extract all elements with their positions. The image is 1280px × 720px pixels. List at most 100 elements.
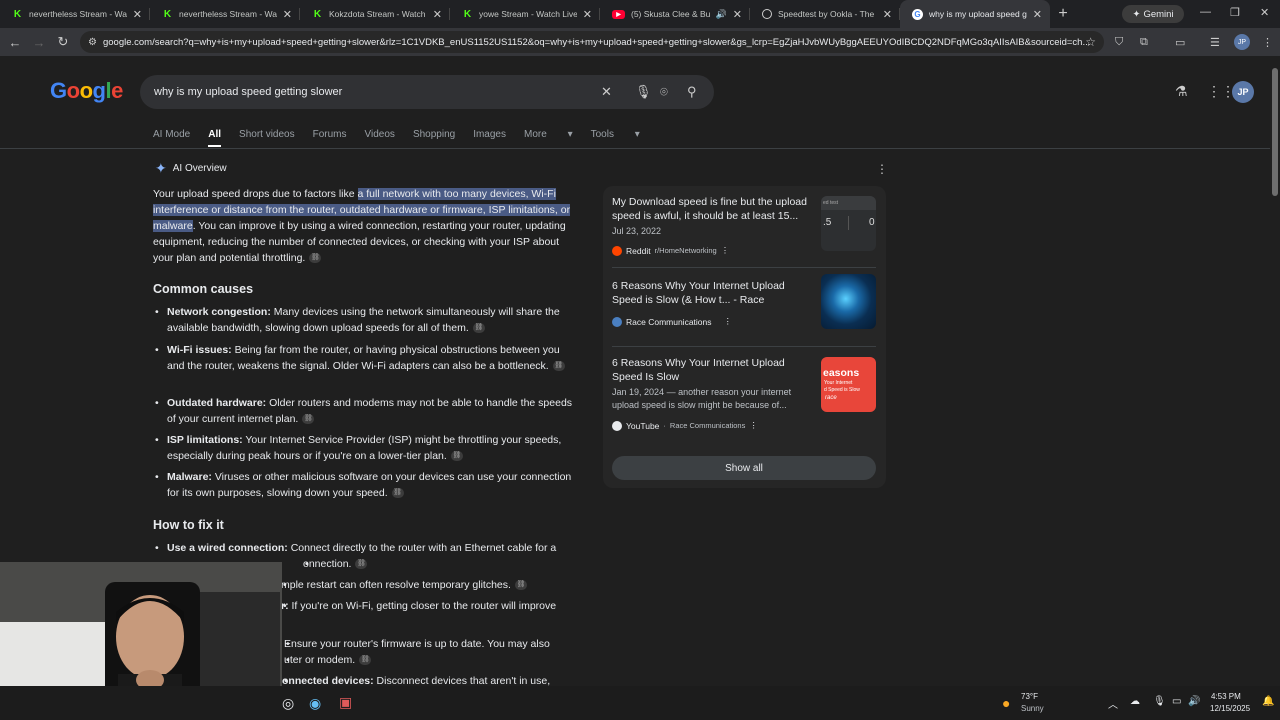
- close-icon[interactable]: ✕: [583, 8, 592, 21]
- fix-term: Use a wired connection:: [167, 542, 288, 554]
- filter-forums[interactable]: Forums: [313, 129, 347, 140]
- chevron-up-icon[interactable]: ︿: [1108, 696, 1118, 711]
- network-icon[interactable]: ▭: [1172, 696, 1181, 707]
- source-card[interactable]: My Download speed is fine but the upload…: [612, 196, 882, 258]
- source-card[interactable]: 6 Reasons Why Your Internet Upload Speed…: [612, 274, 882, 340]
- link-icon[interactable]: ⛓: [391, 488, 404, 499]
- camera-icon[interactable]: ⌾: [660, 84, 668, 100]
- common-causes-heading: Common causes: [153, 282, 254, 296]
- back-icon[interactable]: ←: [3, 35, 27, 50]
- more-options-icon[interactable]: ⋮: [876, 162, 888, 176]
- fix-text: onnection.: [303, 558, 352, 570]
- clock-time[interactable]: 4:53 PM: [1211, 692, 1241, 701]
- close-icon[interactable]: ✕: [433, 8, 442, 21]
- notification-icon[interactable]: 🔔: [1262, 696, 1274, 707]
- close-icon[interactable]: ✕: [133, 8, 142, 21]
- search-query-text: why is my upload speed getting slower: [154, 86, 343, 98]
- list-item: r: If you're on Wi-Fi, getting closer to…: [281, 598, 571, 614]
- link-icon[interactable]: ⛓: [472, 323, 485, 334]
- cloud-icon[interactable]: ☁: [1130, 696, 1140, 707]
- scrollbar[interactable]: [1270, 56, 1280, 686]
- browser-tab[interactable]: ▶ (5) Skusta Clee & Bullet D 🔊 ✕: [600, 0, 750, 28]
- clear-icon[interactable]: ✕: [601, 84, 612, 100]
- mic-icon[interactable]: 🎙: [1153, 696, 1166, 707]
- link-icon[interactable]: ⛓: [450, 451, 463, 462]
- tab-title: (5) Skusta Clee & Bullet D: [631, 9, 710, 19]
- link-icon[interactable]: ⛓: [359, 655, 372, 666]
- apps-grid-icon[interactable]: ⋮⋮: [1207, 83, 1235, 100]
- site-info-icon[interactable]: ⚙: [88, 37, 97, 48]
- minimize-icon[interactable]: —: [1200, 6, 1211, 18]
- filter-images[interactable]: Images: [473, 129, 506, 140]
- divider: [848, 216, 849, 230]
- close-icon[interactable]: ✕: [883, 8, 892, 21]
- menu-icon[interactable]: ⋮: [1262, 36, 1273, 49]
- new-tab-button[interactable]: +: [1050, 5, 1076, 23]
- link-icon[interactable]: ⛓: [552, 361, 565, 372]
- labs-flask-icon[interactable]: ⚗: [1175, 83, 1188, 100]
- weather-temp[interactable]: 73°F: [1021, 692, 1038, 701]
- close-window-icon[interactable]: ✕: [1260, 6, 1269, 19]
- profile-avatar-small[interactable]: JP: [1234, 34, 1250, 50]
- filter-short-videos[interactable]: Short videos: [239, 129, 295, 140]
- filter-shopping[interactable]: Shopping: [413, 129, 455, 140]
- media-icon[interactable]: ▭: [1175, 36, 1185, 49]
- tools-label: Tools: [590, 129, 614, 140]
- link-icon[interactable]: ⛓: [309, 253, 322, 264]
- forward-icon[interactable]: →: [27, 35, 51, 50]
- chrome-icon[interactable]: ◎: [282, 695, 294, 712]
- show-all-button[interactable]: Show all: [612, 456, 876, 480]
- more-options-icon[interactable]: ⋮: [724, 316, 733, 327]
- browser-tab[interactable]: Speedtest by Ookla - The Global Broadban…: [750, 0, 900, 28]
- steam-icon[interactable]: ◉: [309, 695, 321, 712]
- address-bar[interactable]: ⚙ google.com/search?q=why+is+my+upload+s…: [80, 31, 1104, 53]
- tab-strip: Knevertheless Stream - Watch Live on Kic…: [0, 0, 1280, 28]
- source-title[interactable]: My Download speed is fine but the upload…: [612, 196, 816, 223]
- filter-tools[interactable]: Tools ▾: [591, 129, 640, 140]
- gemini-button[interactable]: ✦ Gemini: [1122, 5, 1184, 23]
- shield-icon[interactable]: ⛉: [1115, 36, 1123, 49]
- browser-tab[interactable]: K Kokzdota Stream - Watch Live on Kick ✕: [300, 0, 450, 28]
- filter-ai-mode[interactable]: AI Mode: [153, 129, 190, 140]
- browser-tab[interactable]: Knevertheless Stream - Watch Live on Kic…: [0, 0, 150, 28]
- restore-icon[interactable]: ❐: [1230, 6, 1240, 19]
- mic-icon[interactable]: 🎙: [635, 84, 652, 100]
- filter-videos[interactable]: Videos: [365, 129, 395, 140]
- extensions-icon[interactable]: ⧉: [1140, 36, 1148, 49]
- google-logo[interactable]: Google: [50, 78, 123, 104]
- queue-icon[interactable]: ☰: [1210, 36, 1220, 49]
- weather-condition[interactable]: Sunny: [1021, 704, 1044, 713]
- filter-more[interactable]: More ▾: [524, 129, 573, 140]
- browser-tab[interactable]: Kyowe Stream - Watch Live on Kick ✕: [450, 0, 600, 28]
- more-options-icon[interactable]: ⋮: [721, 245, 730, 256]
- filter-all[interactable]: All: [208, 129, 221, 147]
- source-title[interactable]: 6 Reasons Why Your Internet Upload Speed…: [612, 357, 816, 384]
- scrollbar-thumb[interactable]: [1272, 68, 1278, 196]
- sparkle-icon: ✦: [155, 160, 167, 176]
- list-item: Use a wired connection: Connect directly…: [153, 540, 573, 556]
- github-icon: [762, 9, 772, 19]
- close-icon[interactable]: ✕: [283, 8, 292, 21]
- ai-overview-intro: Your upload speed drops due to factors l…: [153, 186, 573, 266]
- browser-tab[interactable]: Knevertheless Stream - Watch Live on Kic…: [150, 0, 300, 28]
- bookmark-star-icon[interactable]: ☆: [1085, 35, 1096, 49]
- reddit-icon: [612, 245, 622, 256]
- link-icon[interactable]: ⛓: [355, 559, 368, 570]
- speaker-icon[interactable]: 🔊: [716, 9, 727, 20]
- link-icon[interactable]: ⛓: [302, 414, 315, 425]
- more-options-icon[interactable]: ⋮: [749, 420, 758, 431]
- search-input[interactable]: why is my upload speed getting slower ✕ …: [140, 75, 714, 109]
- ai-overview-label: AI Overview: [172, 163, 227, 174]
- source-card[interactable]: 6 Reasons Why Your Internet Upload Speed…: [612, 357, 882, 437]
- source-title[interactable]: 6 Reasons Why Your Internet Upload Speed…: [612, 280, 816, 307]
- clock-date[interactable]: 12/15/2025: [1210, 704, 1250, 713]
- search-icon[interactable]: ⚲: [687, 84, 697, 100]
- volume-icon[interactable]: 🔊: [1188, 696, 1200, 707]
- link-icon[interactable]: ⛓: [514, 580, 527, 591]
- browser-tab-active[interactable]: Gwhy is my upload speed getting slower ✕: [900, 0, 1050, 28]
- app-icon[interactable]: ▣: [339, 694, 352, 711]
- avatar[interactable]: JP: [1232, 81, 1254, 103]
- close-icon[interactable]: ✕: [1033, 8, 1042, 21]
- reload-icon[interactable]: ↻: [51, 34, 75, 50]
- close-icon[interactable]: ✕: [733, 8, 742, 21]
